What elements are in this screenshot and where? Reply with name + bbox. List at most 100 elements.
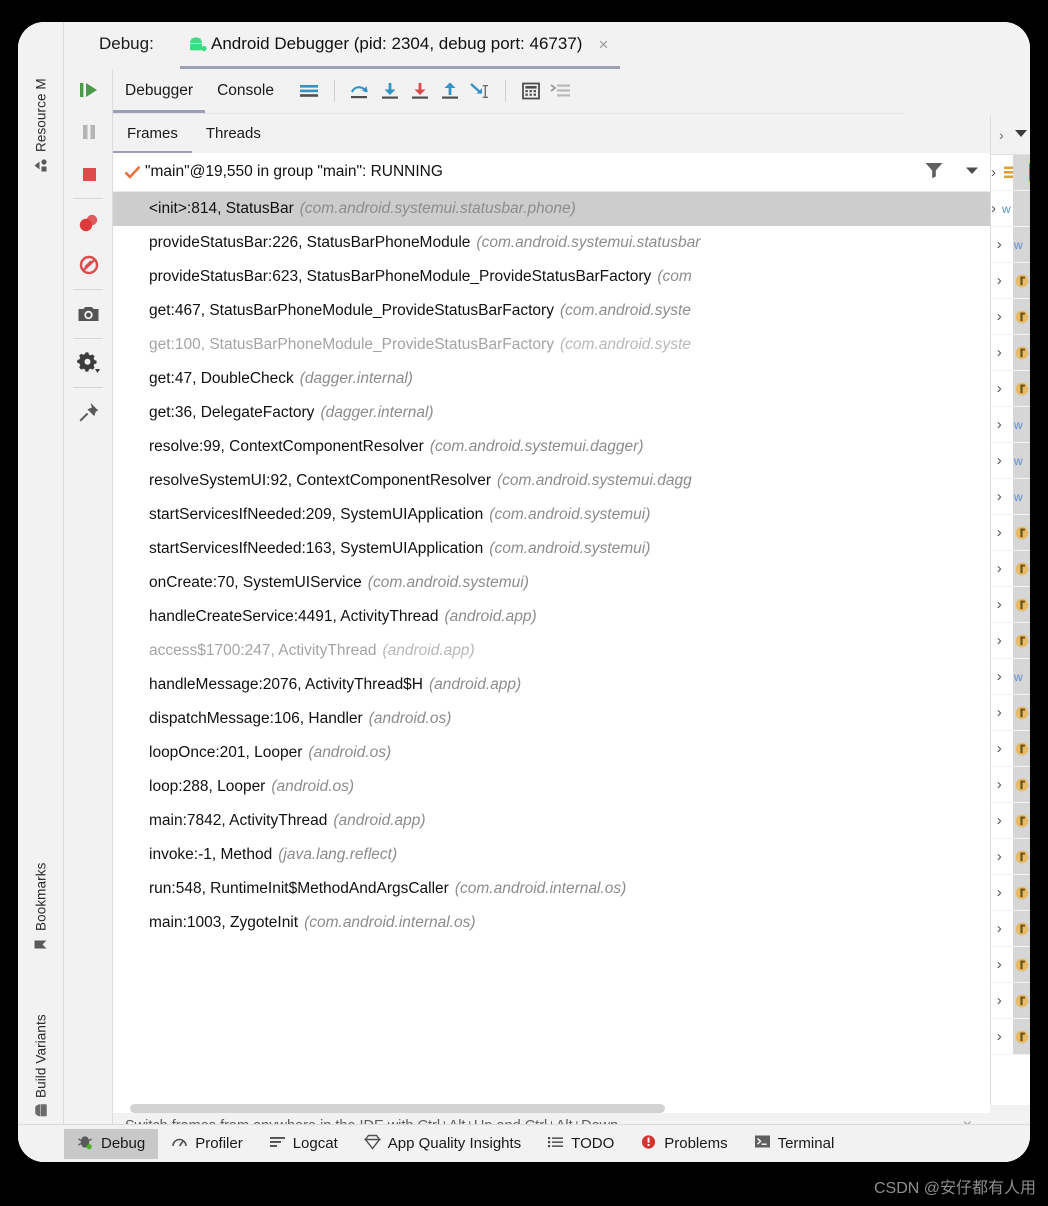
chevron-right-icon[interactable]: › xyxy=(991,380,1008,397)
variables-row[interactable]: › w xyxy=(991,443,1030,479)
frame-list-item[interactable]: run:548, RuntimeInit$MethodAndArgsCaller… xyxy=(113,872,990,906)
frame-list-item[interactable]: get:100, StatusBarPhoneModule_ProvideSta… xyxy=(113,328,990,362)
frame-list-item[interactable]: get:47, DoubleCheck (dagger.internal) xyxy=(113,362,990,396)
variables-row[interactable]: ›✓ xyxy=(991,155,1030,191)
chevron-right-icon[interactable]: › xyxy=(991,776,1008,793)
variables-row[interactable]: › xyxy=(991,983,1030,1019)
tab-frames[interactable]: Frames xyxy=(113,114,192,154)
chevron-right-icon[interactable]: › xyxy=(991,488,1008,505)
chevron-right-icon[interactable]: › xyxy=(991,200,996,217)
view-breakpoints-button[interactable] xyxy=(64,202,113,244)
variables-row[interactable]: › xyxy=(991,875,1030,911)
frame-list-item[interactable]: loop:288, Looper (android.os) xyxy=(113,770,990,804)
tool-window-todo[interactable]: TODO xyxy=(534,1129,627,1159)
frame-list-item[interactable]: startServicesIfNeeded:209, SystemUIAppli… xyxy=(113,498,990,532)
frame-list-item[interactable]: startServicesIfNeeded:163, SystemUIAppli… xyxy=(113,532,990,566)
tool-window-terminal[interactable]: Terminal xyxy=(741,1129,848,1159)
tab-debugger[interactable]: Debugger xyxy=(113,69,206,113)
variables-row[interactable]: ›w✓ xyxy=(991,191,1030,227)
tab-threads[interactable]: Threads xyxy=(192,114,275,154)
settings-button[interactable] xyxy=(64,342,113,384)
frame-list-item[interactable]: handleCreateService:4491, ActivityThread… xyxy=(113,600,990,634)
chevron-right-icon[interactable]: › xyxy=(991,236,1008,253)
frame-list-item[interactable]: handleMessage:2076, ActivityThread$H (and… xyxy=(113,668,990,702)
pin-tab-button[interactable] xyxy=(64,391,113,433)
variables-row[interactable]: › xyxy=(991,911,1030,947)
layout-settings-button[interactable] xyxy=(546,76,576,106)
frame-list-item[interactable]: invoke:-1, Method (java.lang.reflect) xyxy=(113,838,990,872)
step-over-button[interactable] xyxy=(345,76,375,106)
chevron-right-icon[interactable]: › xyxy=(991,164,996,181)
show-execution-point-button[interactable] xyxy=(294,76,324,106)
chevron-right-icon[interactable]: › xyxy=(991,1028,1008,1045)
variables-row-checkbox[interactable]: ✓ xyxy=(1029,162,1030,183)
variables-row[interactable]: › xyxy=(991,587,1030,623)
chevron-right-icon[interactable]: › xyxy=(991,308,1008,325)
variables-rows[interactable]: ›✓›w✓›w›››››w›w›w›››››w›››››››››› xyxy=(991,155,1030,1055)
chevron-right-icon[interactable]: › xyxy=(991,920,1008,937)
evaluate-expression-button[interactable] xyxy=(516,76,546,106)
frame-list-item[interactable]: main:1003, ZygoteInit (com.android.intern… xyxy=(113,906,990,940)
chevron-right-icon[interactable]: › xyxy=(991,596,1008,613)
thread-selector-row[interactable]: "main"@19,550 in group "main": RUNNING xyxy=(113,153,990,192)
variables-row[interactable]: › xyxy=(991,515,1030,551)
resume-program-button[interactable] xyxy=(64,69,113,111)
tool-window-problems[interactable]: Problems xyxy=(627,1129,740,1159)
frame-list-item[interactable]: onCreate:70, SystemUIService (com.android… xyxy=(113,566,990,600)
chevron-right-icon[interactable]: › xyxy=(991,704,1008,721)
frame-list-item[interactable]: access$1700:247, ActivityThread (android.… xyxy=(113,634,990,668)
scrollbar-thumb[interactable] xyxy=(130,1104,665,1113)
stop-button[interactable] xyxy=(64,153,113,195)
run-to-cursor-button[interactable] xyxy=(465,76,495,106)
screenshot-button[interactable] xyxy=(64,293,113,335)
frame-list-item[interactable]: loopOnce:201, Looper (android.os) xyxy=(113,736,990,770)
variables-row[interactable]: › xyxy=(991,731,1030,767)
variables-row[interactable]: › w xyxy=(991,479,1030,515)
force-step-into-button[interactable] xyxy=(405,76,435,106)
chevron-right-icon[interactable]: › xyxy=(991,812,1008,829)
chevron-right-icon[interactable]: › xyxy=(999,127,1004,143)
frame-list-item[interactable]: get:36, DelegateFactory (dagger.internal) xyxy=(113,396,990,430)
chevron-right-icon[interactable]: › xyxy=(991,524,1008,541)
tab-console[interactable]: Console xyxy=(205,69,286,113)
step-into-button[interactable] xyxy=(375,76,405,106)
variables-row[interactable]: › w xyxy=(991,407,1030,443)
frame-list-item[interactable]: main:7842, ActivityThread (android.app) xyxy=(113,804,990,838)
filter-icon[interactable] xyxy=(924,161,944,184)
frame-list-item[interactable]: resolve:99, ContextComponentResolver (com… xyxy=(113,430,990,464)
frame-list-item[interactable]: provideStatusBar:226, StatusBarPhoneModu… xyxy=(113,226,990,260)
chevron-right-icon[interactable]: › xyxy=(991,992,1008,1009)
variables-row[interactable]: › xyxy=(991,335,1030,371)
variables-row[interactable]: › xyxy=(991,551,1030,587)
chevron-right-icon[interactable]: › xyxy=(991,848,1008,865)
tool-window-profiler[interactable]: Profiler xyxy=(158,1129,256,1159)
variables-row[interactable]: › xyxy=(991,371,1030,407)
chevron-right-icon[interactable]: › xyxy=(991,632,1008,649)
chevron-right-icon[interactable]: › xyxy=(991,272,1008,289)
variables-row[interactable]: › xyxy=(991,803,1030,839)
chevron-right-icon[interactable]: › xyxy=(991,740,1008,757)
close-icon[interactable]: × xyxy=(598,36,608,53)
variables-row[interactable]: › xyxy=(991,695,1030,731)
chevron-right-icon[interactable]: › xyxy=(991,956,1008,973)
variables-row[interactable]: › xyxy=(991,947,1030,983)
chevron-right-icon[interactable]: › xyxy=(991,668,1008,685)
frames-list[interactable]: <init>:814, StatusBar (com.android.system… xyxy=(113,192,990,1105)
tool-window-logcat[interactable]: Logcat xyxy=(256,1129,351,1159)
variables-row[interactable]: › xyxy=(991,299,1030,335)
variables-row[interactable]: › w xyxy=(991,659,1030,695)
sidebar-item-build-variants[interactable]: Build Variants xyxy=(18,957,64,1122)
step-out-button[interactable] xyxy=(435,76,465,106)
sidebar-item-bookmarks[interactable]: Bookmarks xyxy=(18,827,64,957)
chevron-down-icon[interactable] xyxy=(964,163,980,182)
frame-list-item[interactable]: dispatchMessage:106, Handler (android.os) xyxy=(113,702,990,736)
frame-list-item[interactable]: resolveSystemUI:92, ContextComponentReso… xyxy=(113,464,990,498)
tool-window-debug[interactable]: Debug xyxy=(64,1128,159,1159)
variables-row[interactable]: › xyxy=(991,263,1030,299)
frame-list-item[interactable]: get:467, StatusBarPhoneModule_ProvideSta… xyxy=(113,294,990,328)
variables-row[interactable]: › xyxy=(991,839,1030,875)
variables-row[interactable]: › xyxy=(991,767,1030,803)
session-tab-android-debugger[interactable]: Android Debugger (pid: 2304, debug port:… xyxy=(180,22,621,69)
variables-panel[interactable]: › ›✓›w✓›w›››››w›w›w›››››w›››››››››› xyxy=(990,116,1030,1105)
pause-program-button[interactable] xyxy=(64,111,113,153)
